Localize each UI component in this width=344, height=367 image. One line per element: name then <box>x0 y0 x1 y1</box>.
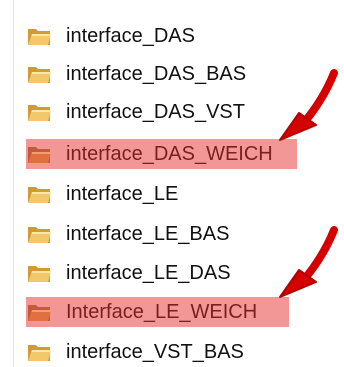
folder-icon <box>28 305 51 321</box>
folder-list: interface_DAS interface_DAS_BAS interfac… <box>0 0 344 367</box>
folder-label: interface_LE_DAS <box>66 262 231 284</box>
folder-label: interface_VST_BAS <box>66 341 244 363</box>
folder-item-interface-le-weich[interactable]: Interface_LE_WEICH <box>26 297 289 327</box>
folder-item-interface-le[interactable]: interface_LE <box>26 179 326 209</box>
folder-item-interface-das-weich[interactable]: interface_DAS_WEICH <box>26 139 297 169</box>
folder-label: interface_LE_BAS <box>66 223 230 245</box>
folder-item-interface-das[interactable]: interface_DAS <box>26 21 326 51</box>
folder-label: interface_DAS_VST <box>66 101 245 123</box>
folder-item-interface-vst-bas[interactable]: interface_VST_BAS <box>26 337 326 367</box>
folder-icon <box>28 266 51 282</box>
red-arrow-icon <box>279 69 338 141</box>
folder-icon <box>28 105 51 121</box>
folder-label: interface_LE <box>66 183 179 205</box>
folder-label: interface_DAS <box>66 25 195 47</box>
folder-icon <box>28 187 51 203</box>
folder-icon <box>28 29 51 45</box>
folder-icon <box>28 345 51 361</box>
folder-label: interface_DAS_BAS <box>66 63 247 85</box>
folder-icon <box>28 67 51 83</box>
folder-icon <box>28 147 51 163</box>
folder-icon <box>28 227 51 243</box>
folder-label: Interface_LE_WEICH <box>66 301 258 323</box>
red-arrow-icon <box>279 226 338 298</box>
folder-label: interface_DAS_WEICH <box>66 143 273 165</box>
